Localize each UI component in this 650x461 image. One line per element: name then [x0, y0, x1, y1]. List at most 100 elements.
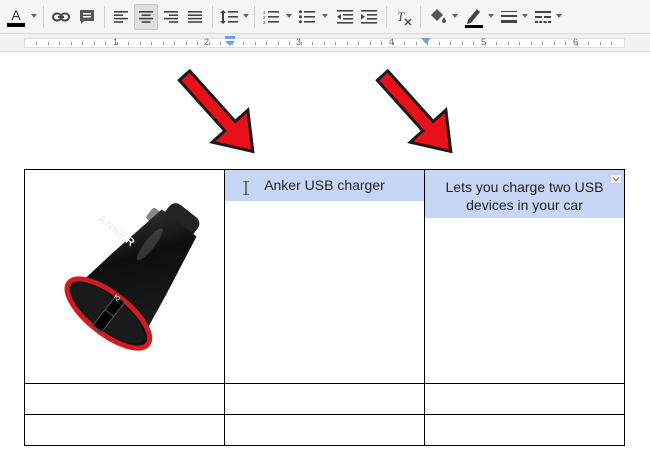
text-cursor-icon: [243, 181, 249, 195]
ruler-number: 1: [113, 37, 119, 47]
ruler-tick: [94, 42, 95, 45]
ruler-tick: [542, 42, 543, 45]
clear-formatting-button[interactable]: T: [393, 4, 415, 30]
ruler-tick: [209, 42, 210, 45]
table-cell[interactable]: [224, 383, 425, 415]
table-cell-image[interactable]: IQ ANKER: [24, 169, 225, 384]
cell-menu-chevron-icon[interactable]: [610, 174, 622, 184]
cell-background-dropdown-icon[interactable]: [452, 14, 458, 18]
increase-indent-button[interactable]: [358, 4, 380, 30]
car-charger-image: IQ ANKER: [64, 203, 200, 351]
align-left-button[interactable]: [110, 4, 132, 30]
ruler-tick: [324, 42, 325, 45]
product-table[interactable]: IQ ANKER Anker USB charger Lets you char…: [24, 169, 625, 446]
selected-text-highlight: Lets you charge two USB devices in your …: [425, 170, 624, 218]
brand-logo-text: ANKER: [95, 213, 137, 250]
border-dash-icon: [535, 11, 551, 23]
ruler-tick: [266, 42, 267, 45]
comment-icon: [80, 10, 94, 24]
decrease-indent-icon: [337, 10, 353, 24]
border-width-button[interactable]: [498, 4, 520, 30]
ruler: 1 2 3 4 5 6: [0, 34, 650, 52]
ruler-tick: [278, 42, 279, 45]
ruler-tick: [48, 42, 49, 45]
ruler-tick: [163, 42, 164, 45]
cell-background-color-icon: [431, 9, 446, 23]
numbered-list-icon: 1 2 3: [263, 10, 279, 24]
table-cell[interactable]: [224, 414, 425, 446]
toolbar-divider: [212, 6, 213, 28]
decrease-indent-button[interactable]: [334, 4, 356, 30]
cell-background-color-button[interactable]: [426, 4, 450, 30]
ruler-number: 4: [389, 37, 395, 47]
ruler-tick: [82, 42, 83, 45]
table-row: [24, 383, 625, 415]
svg-text:A: A: [11, 7, 21, 23]
align-center-button[interactable]: [134, 4, 158, 30]
align-left-icon: [114, 11, 128, 23]
ruler-tick: [439, 42, 440, 45]
ruler-tick: [565, 42, 566, 45]
text-color-button[interactable]: A: [4, 4, 28, 30]
bulleted-list-dropdown-icon[interactable]: [322, 14, 328, 18]
border-width-icon: [501, 11, 517, 23]
border-color-dropdown-icon[interactable]: [488, 14, 494, 18]
line-spacing-dropdown-icon[interactable]: [243, 14, 249, 18]
table-cell[interactable]: [24, 383, 225, 415]
align-center-icon: [139, 11, 153, 23]
document-canvas[interactable]: IQ ANKER Anker USB charger Lets you char…: [0, 52, 650, 461]
ruler-number: 6: [573, 37, 579, 47]
border-dash-dropdown-icon[interactable]: [556, 14, 562, 18]
text-color-icon: A: [7, 7, 25, 27]
table-cell-product-name[interactable]: Anker USB charger: [224, 169, 425, 384]
text-color-dropdown-icon[interactable]: [31, 14, 37, 18]
ruler-tick: [243, 42, 244, 45]
align-right-icon: [164, 11, 178, 23]
table-row: [24, 414, 625, 446]
ruler-tick: [508, 42, 509, 45]
table-cell[interactable]: [24, 414, 225, 446]
border-dash-button[interactable]: [532, 4, 554, 30]
bulleted-list-icon: [299, 10, 315, 24]
numbered-list-dropdown-icon[interactable]: [286, 14, 292, 18]
insert-comment-button[interactable]: [76, 4, 98, 30]
ruler-tick: [554, 42, 555, 45]
insert-link-button[interactable]: [50, 4, 72, 30]
ruler-tick: [174, 42, 175, 45]
ruler-tick: [370, 42, 371, 45]
ruler-tick: [220, 42, 221, 45]
ruler-tick: [347, 42, 348, 45]
table-cell-description[interactable]: Lets you charge two USB devices in your …: [424, 169, 625, 384]
toolbar-divider: [43, 6, 44, 28]
table-cell[interactable]: [424, 414, 625, 446]
ruler-tick: [289, 42, 290, 45]
ruler-tick: [600, 42, 601, 45]
ruler-tick: [312, 42, 313, 45]
ruler-tick: [496, 42, 497, 45]
link-icon: [52, 12, 70, 22]
ruler-tick: [611, 42, 612, 45]
right-indent-marker-icon[interactable]: [421, 38, 431, 48]
line-spacing-button[interactable]: [218, 4, 240, 30]
ruler-tick: [197, 42, 198, 45]
table-cell[interactable]: [424, 383, 625, 415]
clear-formatting-icon: T: [397, 9, 412, 25]
ruler-tick: [151, 42, 152, 45]
line-spacing-icon: [220, 10, 238, 24]
table-row: IQ ANKER Anker USB charger Lets you char…: [24, 169, 625, 384]
ruler-tick: [335, 42, 336, 45]
numbered-list-button[interactable]: 1 2 3: [260, 4, 282, 30]
red-arrow-icon: [177, 68, 255, 154]
ruler-tick: [381, 42, 382, 45]
border-width-dropdown-icon[interactable]: [522, 14, 528, 18]
ruler-tick: [462, 42, 463, 45]
ruler-tick: [36, 42, 37, 45]
bulleted-list-button[interactable]: [296, 4, 318, 30]
ruler-tick: [519, 42, 520, 45]
left-indent-marker-icon[interactable]: [223, 36, 237, 50]
border-color-button[interactable]: [462, 4, 486, 30]
align-justify-button[interactable]: [184, 4, 206, 30]
increase-indent-icon: [361, 10, 377, 24]
align-right-button[interactable]: [160, 4, 182, 30]
cell-text: Lets you charge two USB devices in your …: [445, 179, 604, 213]
